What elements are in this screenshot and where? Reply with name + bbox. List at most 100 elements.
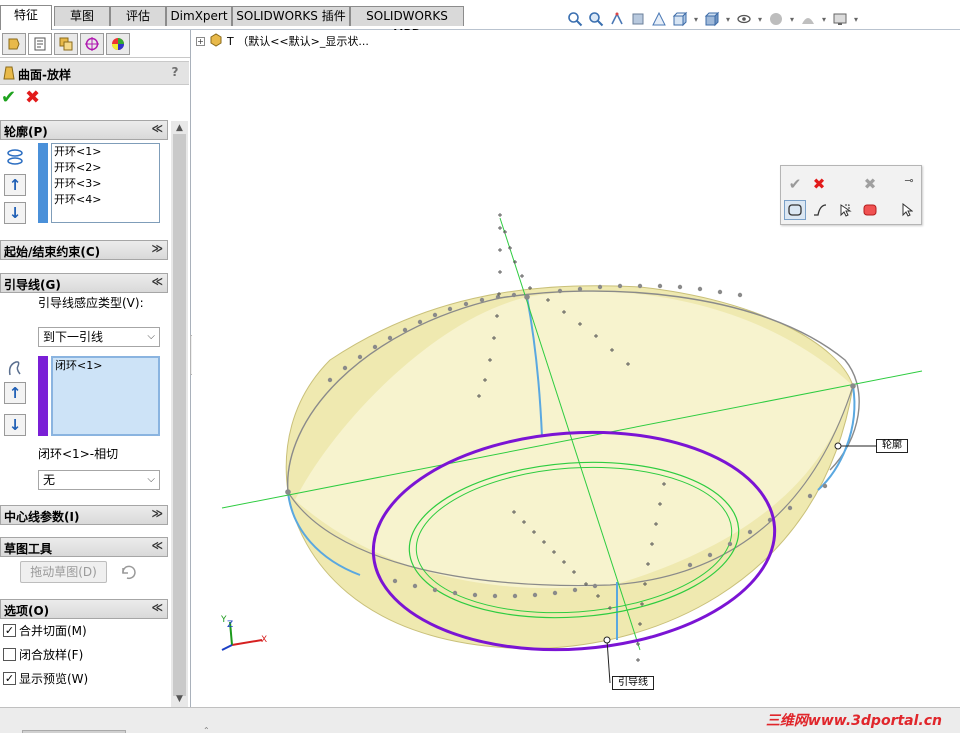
manager-tabs (0, 30, 190, 58)
profile-callout[interactable]: 轮廓 (876, 439, 908, 453)
apply-scene-icon[interactable] (799, 10, 817, 28)
list-item[interactable]: 开环<2> (54, 160, 159, 176)
tangency-select[interactable]: 无 ⌵ (38, 470, 160, 490)
section-sketch-tools[interactable]: 草图工具 ≪ (0, 537, 168, 557)
edit-appearance-icon[interactable] (767, 10, 785, 28)
display-manager-tab-icon[interactable] (106, 33, 130, 55)
dimxpert-manager-tab-icon[interactable] (80, 33, 104, 55)
guide-influence-label: 引导线感应类型(V): (38, 296, 144, 310)
select-group-icon[interactable] (834, 200, 856, 220)
collapse-icon[interactable]: ≪ (151, 539, 163, 552)
expand-icon[interactable]: + (196, 36, 205, 46)
list-item[interactable]: 闭环<1> (55, 358, 158, 374)
tab-solidworks-addins[interactable]: SOLIDWORKS 插件 (232, 6, 350, 26)
show-preview-option[interactable]: ✓ 显示预览(W) (3, 669, 88, 687)
scroll-down-arrow[interactable]: ▼ (171, 692, 188, 706)
loft-surface-icon (3, 66, 15, 83)
hide-show-items-icon[interactable] (735, 10, 753, 28)
cancel-selection-icon[interactable]: ✖ (808, 174, 830, 194)
profiles-list[interactable]: 开环<1> 开环<2> 开环<3> 开环<4> (51, 143, 160, 223)
ok-button[interactable]: ✔ (1, 89, 21, 107)
pin-icon[interactable]: ⊸ (898, 170, 920, 190)
option-label: 显示预览(W) (19, 671, 89, 686)
select-open-loop-icon[interactable] (809, 200, 831, 220)
profile-color-bar (38, 143, 48, 223)
profile-icon (4, 146, 26, 168)
chevron-down-icon[interactable]: ▾ (692, 15, 700, 24)
guide-influence-select[interactable]: 到下一引线 ⌵ (38, 327, 160, 347)
triad-label-y: Y (221, 615, 227, 625)
section-title: 草图工具 (4, 542, 53, 556)
guide-callout[interactable]: 引导线 (612, 676, 654, 690)
chevron-down-icon[interactable]: ▾ (724, 15, 732, 24)
expand-icon[interactable]: ≫ (151, 242, 163, 255)
solidworks-window: 特征 草图 评估 DimXpert SOLIDWORKS 插件 SOLIDWOR… (0, 0, 960, 733)
zoom-to-fit-icon[interactable] (566, 10, 584, 28)
collapse-icon[interactable]: ≪ (151, 601, 163, 614)
undo-icon[interactable] (116, 561, 138, 583)
pointer-icon[interactable] (896, 200, 918, 220)
list-item[interactable]: 开环<3> (54, 176, 159, 192)
callout-anchor (603, 636, 611, 644)
property-manager-tab-icon[interactable] (28, 33, 52, 55)
checkbox[interactable] (3, 647, 16, 661)
tab-dimxpert[interactable]: DimXpert (166, 6, 232, 26)
chevron-down-icon[interactable]: ▾ (820, 15, 828, 24)
move-down-button[interactable]: ↓ (4, 414, 26, 436)
merge-tangent-faces-option[interactable]: ✓ 合并切面(M) (3, 621, 87, 639)
feature-tree-root[interactable]: + T （默认<<默认>_显示状... (196, 32, 369, 49)
move-up-button[interactable]: ↑ (4, 382, 26, 404)
scroll-up-arrow[interactable]: ▲ (171, 121, 188, 135)
collapse-icon[interactable]: ≪ (151, 122, 163, 135)
cancel-button[interactable]: ✖ (25, 89, 45, 107)
close-loft-option[interactable]: 闭合放样(F) (3, 645, 83, 663)
display-style-icon[interactable] (703, 10, 721, 28)
section-centerline-parameters[interactable]: 中心线参数(I) ≫ (0, 505, 168, 525)
property-manager: 曲面-放样 ? ✔ ✖ ▲ ▼ 轮廓(P) ≪ ↑ ↓ 开环<1> 开环<2> … (0, 30, 191, 707)
feature-manager-tab-icon[interactable] (2, 33, 26, 55)
checkbox[interactable]: ✓ (3, 671, 16, 685)
chevron-down-icon[interactable]: ▾ (788, 15, 796, 24)
chevron-down-icon[interactable]: ▾ (756, 15, 764, 24)
view-settings-icon[interactable] (831, 10, 849, 28)
section-options[interactable]: 选项(O) ≪ (0, 599, 168, 619)
move-up-button[interactable]: ↑ (4, 174, 26, 196)
accept-selection-icon[interactable]: ✔ (784, 174, 806, 194)
configuration-manager-tab-icon[interactable] (54, 33, 78, 55)
drag-sketch-button[interactable]: 拖动草图(D) (20, 561, 107, 583)
collapse-icon[interactable]: ≪ (151, 275, 163, 288)
expand-icon[interactable]: ≫ (151, 507, 163, 520)
clear-selection-icon[interactable]: ✖ (859, 174, 881, 194)
tree-root-label: T （默认<<默认>_显示状... (227, 35, 369, 48)
tab-evaluate[interactable]: 评估 (110, 6, 166, 26)
section-guide-curves[interactable]: 引导线(G) ≪ (0, 273, 168, 293)
feature-title: 曲面-放样 (18, 68, 71, 82)
chevron-down-icon[interactable]: ▾ (852, 15, 860, 24)
section-start-end-constraints[interactable]: 起始/结束约束(C) ≫ (0, 240, 168, 260)
previous-view-icon[interactable] (608, 10, 626, 28)
heads-up-view-toolbar: ▾ ▾ ▾ ▾ ▾ ▾ (566, 8, 860, 30)
move-down-button[interactable]: ↓ (4, 202, 26, 224)
select-region-icon[interactable] (859, 200, 881, 220)
tab-features[interactable]: 特征 (0, 5, 52, 30)
scrollbar-thumb[interactable] (173, 134, 186, 696)
view-orientation-icon[interactable] (671, 10, 689, 28)
guide-curves-list[interactable]: 闭环<1> (51, 356, 160, 436)
tab-solidworks-mbd[interactable]: SOLIDWORKS MBD (350, 6, 464, 41)
guide-curve-icon (4, 357, 26, 379)
help-button[interactable]: ? (167, 65, 183, 81)
zoom-area-icon[interactable] (587, 10, 605, 28)
select-closed-loop-icon[interactable] (784, 200, 806, 220)
graphics-area[interactable]: X Y Z 轮廓 引导线 (192, 30, 960, 707)
tab-sketch[interactable]: 草图 (54, 6, 110, 26)
list-item[interactable]: 开环<1> (54, 144, 159, 160)
dynamic-annotation-icon[interactable] (650, 10, 668, 28)
model-view (221, 213, 923, 684)
guide-color-bar (38, 356, 48, 436)
list-item[interactable]: 开环<4> (54, 192, 159, 208)
section-view-icon[interactable] (629, 10, 647, 28)
select-value: 无 (43, 473, 56, 487)
section-title: 轮廓(P) (4, 125, 48, 139)
checkbox[interactable]: ✓ (3, 623, 16, 637)
section-profiles[interactable]: 轮廓(P) ≪ (0, 120, 168, 140)
